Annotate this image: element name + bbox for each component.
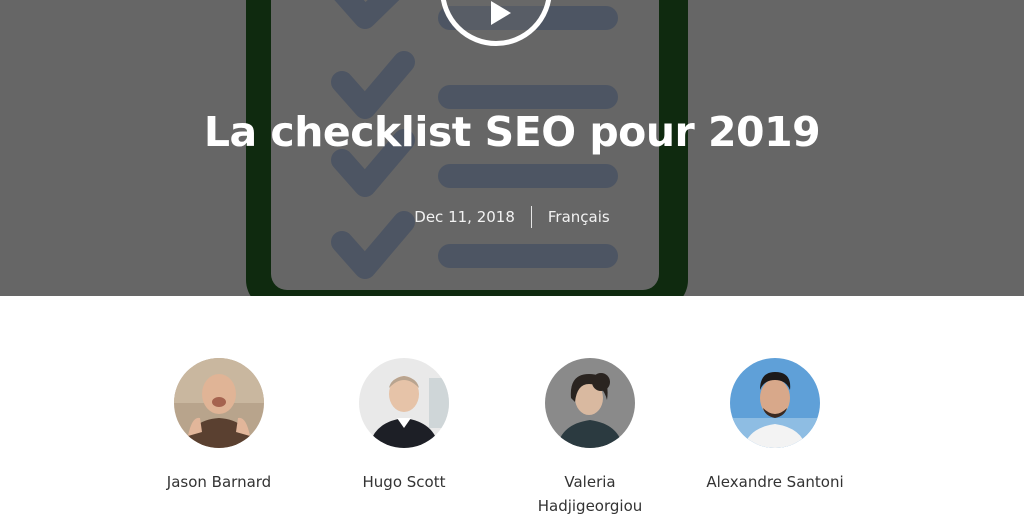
speakers-list: Jason Barnard Hugo Scott Valeria Hadjige… [0, 296, 1024, 527]
speaker-name: Jason Barnard [166, 473, 272, 491]
speaker-card[interactable]: Jason Barnard [126, 358, 312, 494]
language-link[interactable]: Français [532, 206, 610, 228]
speaker-card[interactable]: Alexandre Santoni [682, 358, 868, 494]
speaker-name: Alexandre Santoni [706, 473, 844, 491]
speaker-card[interactable]: Hugo Scott [311, 358, 497, 494]
page-title: La checklist SEO pour 2019 [203, 108, 821, 156]
avatar[interactable] [359, 358, 449, 448]
speaker-name: Hugo Scott [362, 473, 446, 491]
avatar[interactable] [174, 358, 264, 448]
avatar[interactable] [730, 358, 820, 448]
speaker-card[interactable]: Valeria Hadjigeorgiou [497, 358, 683, 518]
speaker-name: Valeria Hadjigeorgiou [537, 473, 643, 515]
hero-meta: Dec 11, 2018 Français [0, 206, 1024, 228]
hero-banner: La checklist SEO pour 2019 Dec 11, 2018 … [0, 0, 1024, 296]
avatar[interactable] [545, 358, 635, 448]
publish-date: Dec 11, 2018 [414, 208, 515, 226]
play-icon [491, 1, 511, 25]
